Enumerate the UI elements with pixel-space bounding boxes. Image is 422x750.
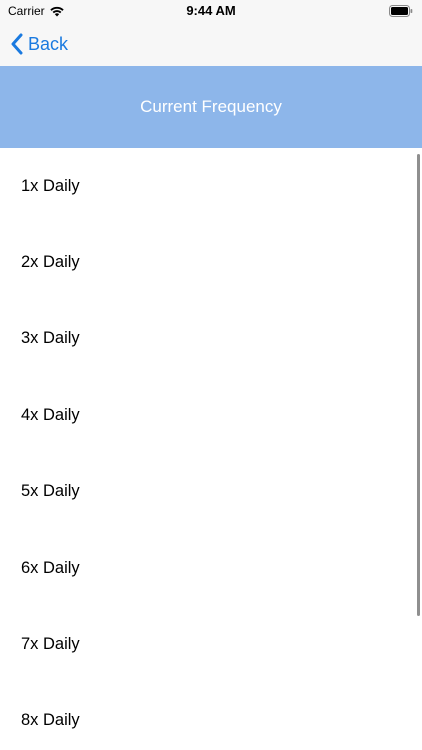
status-time: 9:44 AM xyxy=(186,3,236,18)
chevron-left-icon xyxy=(11,33,23,55)
list-item-label: 3x Daily xyxy=(21,329,80,348)
section-header: Current Frequency xyxy=(0,66,422,148)
list-item-2x-daily[interactable]: 2x Daily xyxy=(0,224,422,300)
page-title: Current Frequency xyxy=(140,97,282,116)
list-item-label: 5x Daily xyxy=(21,482,80,501)
list-item-label: 2x Daily xyxy=(21,253,80,272)
list-item-label: 8x Daily xyxy=(21,711,80,730)
navigation-bar: Back xyxy=(0,22,422,66)
list-item-8x-daily[interactable]: 8x Daily xyxy=(0,683,422,750)
list-item-5x-daily[interactable]: 5x Daily xyxy=(0,454,422,530)
list-item-6x-daily[interactable]: 6x Daily xyxy=(0,530,422,606)
back-button[interactable]: Back xyxy=(10,31,68,57)
battery-icon xyxy=(389,5,413,17)
status-bar: Carrier 9:44 AM xyxy=(0,0,422,22)
list-item-label: 7x Daily xyxy=(21,635,80,654)
back-label: Back xyxy=(28,33,69,54)
list-item-3x-daily[interactable]: 3x Daily xyxy=(0,301,422,377)
scrollbar[interactable] xyxy=(417,154,420,616)
list-item-7x-daily[interactable]: 7x Daily xyxy=(0,606,422,682)
list-item-4x-daily[interactable]: 4x Daily xyxy=(0,377,422,453)
list-item-label: 4x Daily xyxy=(21,405,80,424)
list-item-1x-daily[interactable]: 1x Daily xyxy=(0,148,422,224)
list-item-label: 6x Daily xyxy=(21,558,80,577)
list-item-label: 1x Daily xyxy=(21,176,80,195)
frequency-list: 1x Daily 2x Daily 3x Daily 4x Daily 5x D… xyxy=(0,148,422,750)
